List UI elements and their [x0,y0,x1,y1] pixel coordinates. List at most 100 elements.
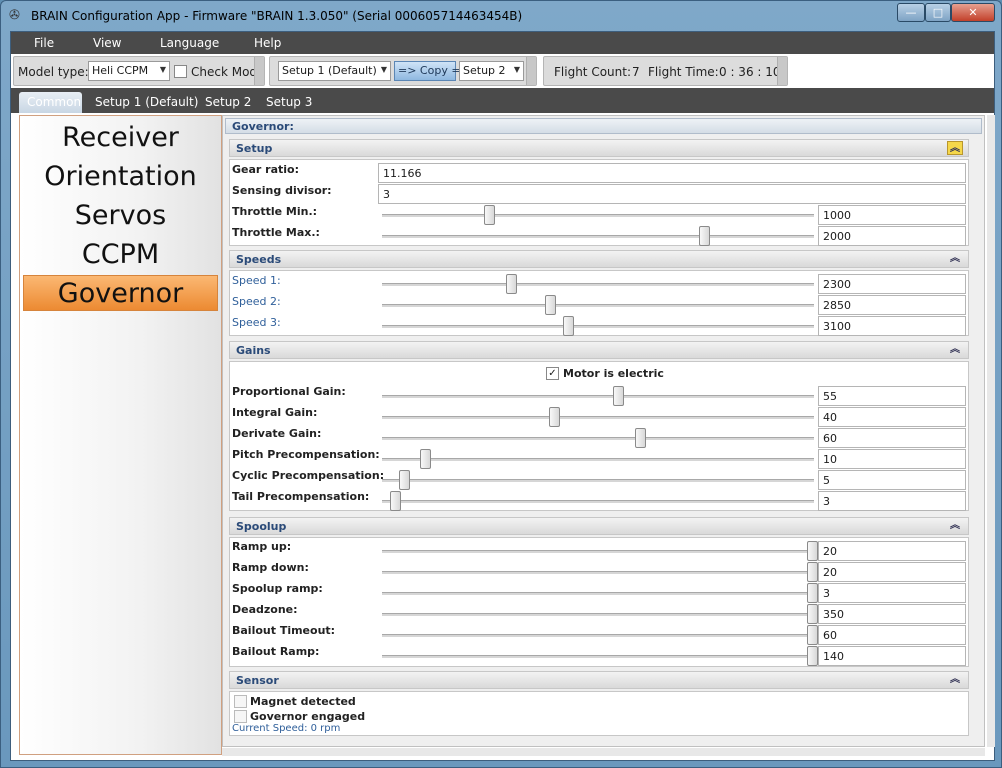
ramp-down-label: Ramp down: [232,561,309,574]
throttle-max-input[interactable]: 2000 [818,226,966,246]
nav-item-receiver[interactable]: Receiver [23,120,218,156]
proportional-gain-slider[interactable] [382,395,814,398]
bailout-timeout-input[interactable]: 60 [818,625,966,645]
nav-item-orientation[interactable]: Orientation [23,159,218,195]
speed-1-slider-thumb[interactable] [506,274,517,294]
tab-setup-2[interactable]: Setup 2 [205,92,251,113]
menu-view[interactable]: View [93,36,121,50]
governor-engaged-checkbox [234,710,247,723]
toolbar-grip[interactable] [254,57,264,85]
ramp-up-slider-thumb[interactable] [807,541,818,561]
throttle-min-slider[interactable] [382,214,814,217]
tab-bar: Common Setup 1 (Default) Setup 2 Setup 3 [11,88,994,113]
speed-3-slider-thumb[interactable] [563,316,574,336]
deadzone-input[interactable]: 350 [818,604,966,624]
nav-item-servos[interactable]: Servos [23,198,218,234]
tail-precompensation-slider[interactable] [382,500,814,503]
toolbar-grip[interactable] [526,57,536,85]
ramp-down-slider-thumb[interactable] [807,562,818,582]
cyclic-precompensation-slider[interactable] [382,479,814,482]
speed-3-slider[interactable] [382,325,814,328]
proportional-gain-slider-thumb[interactable] [613,386,624,406]
model-type-combo[interactable]: Heli CCPM ▼ [88,61,170,81]
tail-precompensation-input[interactable]: 3 [818,491,966,511]
sensing-divisor-input[interactable]: 3 [378,184,966,204]
pitch-precompensation-input[interactable]: 10 [818,449,966,469]
close-button[interactable]: ✕ [951,3,995,22]
bailout-timeout-slider[interactable] [382,634,814,637]
check-mode-checkbox[interactable] [174,65,187,78]
speed-1-slider[interactable] [382,283,814,286]
derivate-gain-slider-thumb[interactable] [635,428,646,448]
toolbar-flight-group: Flight Count: 7 Flight Time: 0 : 36 : 10 [543,56,788,86]
spoolup-section-title: Spoolup [236,520,287,533]
dropdown-arrow-icon: ▼ [380,65,387,74]
magnet-detected-checkbox [234,695,247,708]
integral-gain-slider[interactable] [382,416,814,419]
horizontal-scrollbar[interactable] [222,748,985,756]
toolbar-grip[interactable] [777,57,787,85]
speed-1-input[interactable]: 2300 [818,274,966,294]
spoolup-ramp-input[interactable]: 3 [818,583,966,603]
ramp-up-slider[interactable] [382,550,814,553]
proportional-gain-label: Proportional Gain: [232,385,346,398]
derivate-gain-slider[interactable] [382,437,814,440]
setup-section-title: Setup [236,142,273,155]
bailout-ramp-input[interactable]: 140 [818,646,966,666]
speeds-section-header[interactable]: Speeds ︽ [229,250,969,268]
nav-item-governor[interactable]: Governor [23,275,218,311]
speed-2-input[interactable]: 2850 [818,295,966,315]
throttle-max-slider-thumb[interactable] [699,226,710,246]
sensor-section-header[interactable]: Sensor ︽ [229,671,969,689]
menu-file[interactable]: File [34,36,54,50]
spoolup-ramp-slider-thumb[interactable] [807,583,818,603]
spoolup-section-header[interactable]: Spoolup ︽ [229,517,969,535]
bailout-timeout-slider-thumb[interactable] [807,625,818,645]
deadzone-slider-thumb[interactable] [807,604,818,624]
chevron-up-icon[interactable]: ︽ [947,519,963,533]
chevron-up-icon[interactable]: ︽ [947,343,963,357]
ramp-down-input[interactable]: 20 [818,562,966,582]
bailout-ramp-slider[interactable] [382,655,814,658]
derivate-gain-input[interactable]: 60 [818,428,966,448]
chevron-up-icon[interactable]: ︽ [947,252,963,266]
menu-language[interactable]: Language [160,36,219,50]
chevron-up-icon[interactable]: ︽ [947,141,963,155]
gear-ratio-input[interactable]: 11.166 [378,163,966,183]
pitch-precompensation-slider[interactable] [382,458,814,461]
pitch-precompensation-slider-thumb[interactable] [420,449,431,469]
setup-source-combo[interactable]: Setup 1 (Default) ▼ [278,61,391,81]
setup-target-combo[interactable]: Setup 2 ▼ [459,61,524,81]
nav-item-ccpm[interactable]: CCPM [23,237,218,273]
chevron-up-icon[interactable]: ︽ [947,673,963,687]
throttle-min-slider-thumb[interactable] [484,205,495,225]
minimize-button[interactable]: — [897,3,925,22]
gains-section-header[interactable]: Gains ︽ [229,341,969,359]
setup-section-header[interactable]: Setup ︽ [229,139,969,157]
throttle-min-input[interactable]: 1000 [818,205,966,225]
integral-gain-input[interactable]: 40 [818,407,966,427]
ramp-up-input[interactable]: 20 [818,541,966,561]
cyclic-precompensation-input[interactable]: 5 [818,470,966,490]
menu-help[interactable]: Help [254,36,281,50]
speed-1-label: Speed 1: [232,274,281,287]
speed-2-slider[interactable] [382,304,814,307]
copy-button[interactable]: => Copy => [394,61,470,81]
vertical-scrollbar[interactable] [987,115,995,747]
tab-common[interactable]: Common [19,92,82,113]
throttle-max-slider[interactable] [382,235,814,238]
speed-3-input[interactable]: 3100 [818,316,966,336]
tab-setup-3[interactable]: Setup 3 [266,92,312,113]
proportional-gain-input[interactable]: 55 [818,386,966,406]
cyclic-precompensation-slider-thumb[interactable] [399,470,410,490]
tail-precompensation-slider-thumb[interactable] [390,491,401,511]
bailout-ramp-slider-thumb[interactable] [807,646,818,666]
maximize-button[interactable]: □ [925,3,951,22]
spoolup-ramp-slider[interactable] [382,592,814,595]
tab-setup-1[interactable]: Setup 1 (Default) [95,92,198,113]
ramp-down-slider[interactable] [382,571,814,574]
motor-electric-checkbox[interactable]: ✓ [546,367,559,380]
speed-2-slider-thumb[interactable] [545,295,556,315]
integral-gain-slider-thumb[interactable] [549,407,560,427]
deadzone-slider[interactable] [382,613,814,616]
